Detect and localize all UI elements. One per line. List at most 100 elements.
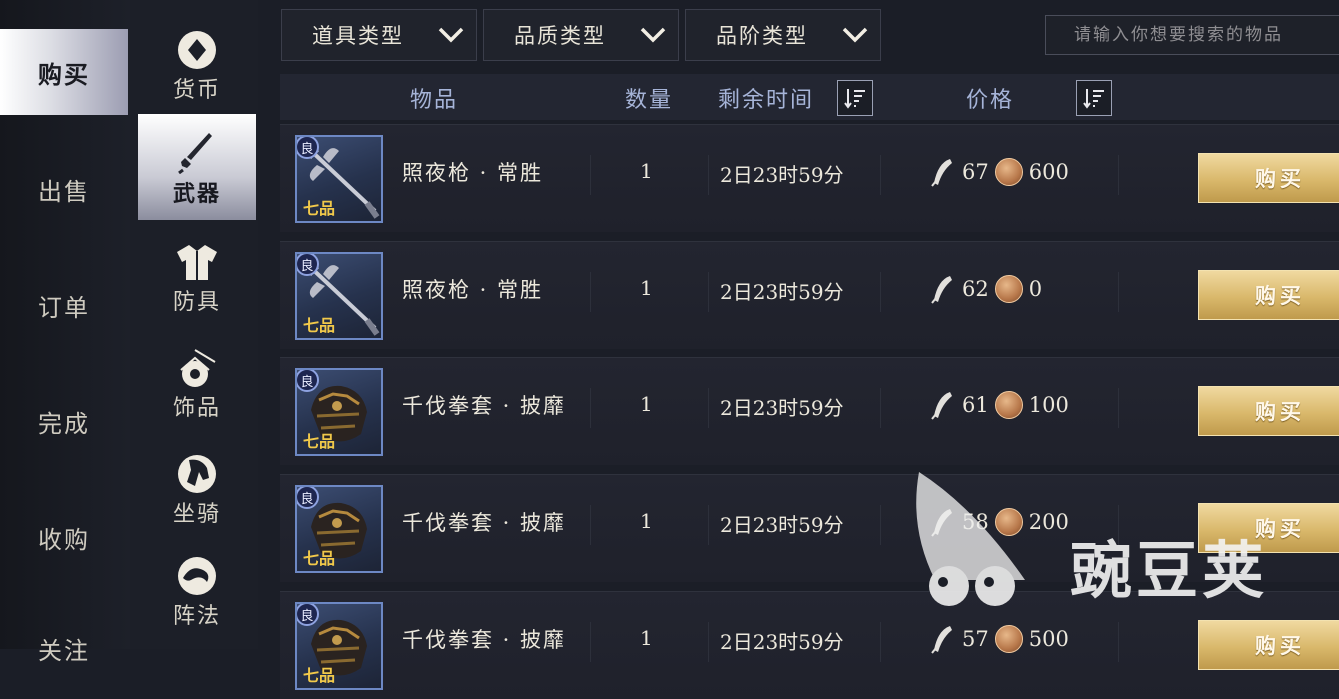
chevron-down-icon [438,27,464,43]
nav-completed[interactable]: 完成 [0,378,128,464]
price-secondary: 600 [1028,160,1069,184]
chevron-down-icon [640,27,666,43]
price-secondary: 100 [1028,393,1069,417]
grade-label: 七品 [303,432,336,451]
grade-label: 七品 [303,316,336,335]
buy-button[interactable]: 购买 [1198,620,1339,670]
buy-button[interactable]: 购买 [1198,153,1339,203]
price-primary: 61 [962,393,989,417]
buy-button[interactable]: 购买 [1198,386,1339,436]
item-price: 61 100 [930,390,1069,420]
filter-label: 道具类型 [312,24,404,48]
category-label: 武器 [172,181,221,207]
divider [880,272,881,312]
remaining-time: 2日23时59分 [720,630,844,654]
currency-icon [178,31,216,69]
quality-badge: 良 [297,604,319,626]
item-name: 照夜枪 · 常胜 [402,161,544,185]
header-price: 价格 [966,88,1015,113]
nav-acquire[interactable]: 收购 [0,494,128,580]
category-armor[interactable]: 防具 [138,226,256,332]
feather-currency-icon [931,509,952,537]
item-quantity: 1 [640,392,653,416]
category-weapon[interactable]: 武器 [138,114,256,220]
quality-badge: 良 [297,137,319,159]
divider [590,155,591,195]
divider [590,272,591,312]
table-header: 物品 数量 剩余时间 价格 [280,74,1339,120]
sort-time-button[interactable] [837,80,873,116]
item-thumbnail[interactable]: 良七品 [295,485,383,573]
category-label: 防具 [172,290,221,315]
header-item: 物品 [410,88,459,113]
chevron-down-icon [842,27,868,43]
nav-follow[interactable]: 关注 [0,605,128,691]
item-thumbnail[interactable]: 良七品 [295,368,383,456]
item-name: 照夜枪 · 常胜 [402,278,544,302]
armor-icon [177,245,217,280]
divider [1118,388,1119,428]
item-price: 57 500 [930,624,1069,654]
table-row: 良七品 照夜枪 · 常胜 1 2日23时59分 67 600 购买 [280,124,1339,232]
feather-currency-icon [931,626,952,654]
left-nav: 购买 出售 订单 完成 收购 关注 [0,0,131,665]
buy-button[interactable]: 购买 [1198,503,1339,553]
weapon-icon [178,133,212,174]
item-thumbnail[interactable]: 良七品 [295,252,383,340]
remaining-time: 2日23时59分 [720,513,844,537]
accessory-icon [180,349,216,387]
divider [708,272,709,312]
filter-quality-type[interactable]: 品质类型 [483,9,679,61]
divider [880,155,881,195]
divider [708,155,709,195]
item-quantity: 1 [640,626,653,650]
divider [590,388,591,428]
item-name: 千伐拳套 · 披靡 [402,394,567,418]
divider [1118,272,1119,312]
divider [708,388,709,428]
filter-grade-type[interactable]: 品阶类型 [685,9,881,61]
header-qty: 数量 [625,88,674,113]
price-secondary: 0 [1028,277,1043,301]
nav-sell[interactable]: 出售 [0,146,128,232]
buy-button[interactable]: 购买 [1198,270,1339,320]
copper-coin-icon [994,275,1023,303]
item-price: 67 600 [930,157,1069,187]
divider [880,388,881,428]
category-label: 货币 [172,78,221,103]
copper-coin-icon [994,158,1023,186]
category-mount[interactable]: 坐骑 [138,436,256,542]
formation-icon [178,557,216,595]
item-thumbnail[interactable]: 良七品 [295,135,383,223]
price-primary: 67 [962,160,989,184]
feather-currency-icon [931,392,952,420]
grade-label: 七品 [303,549,336,568]
sort-price-button[interactable] [1076,80,1112,116]
divider [1118,622,1119,662]
divider [708,505,709,545]
item-thumbnail[interactable]: 良七品 [295,602,383,690]
copper-coin-icon [994,391,1023,419]
divider [590,622,591,662]
nav-buy[interactable]: 购买 [0,29,128,115]
filter-item-type[interactable]: 道具类型 [281,9,477,61]
category-currency[interactable]: 货币 [138,14,256,120]
category-column: 货币 武器 防具 饰品 坐骑 阵法 [130,0,258,649]
feather-currency-icon [931,159,952,187]
sort-icon [844,89,865,109]
remaining-time: 2日23时59分 [720,280,844,304]
divider [880,505,881,545]
price-primary: 57 [962,627,989,651]
category-accessory[interactable]: 饰品 [138,332,256,438]
nav-orders[interactable]: 订单 [0,262,128,348]
divider [1118,505,1119,545]
remaining-time: 2日23时59分 [720,396,844,420]
search-input[interactable] [1045,15,1339,55]
feather-currency-icon [931,276,952,304]
price-primary: 58 [962,510,989,534]
remaining-time: 2日23时59分 [720,163,844,187]
category-formation[interactable]: 阵法 [138,540,256,646]
item-quantity: 1 [640,276,653,300]
divider [590,505,591,545]
item-price: 62 0 [930,274,1042,304]
